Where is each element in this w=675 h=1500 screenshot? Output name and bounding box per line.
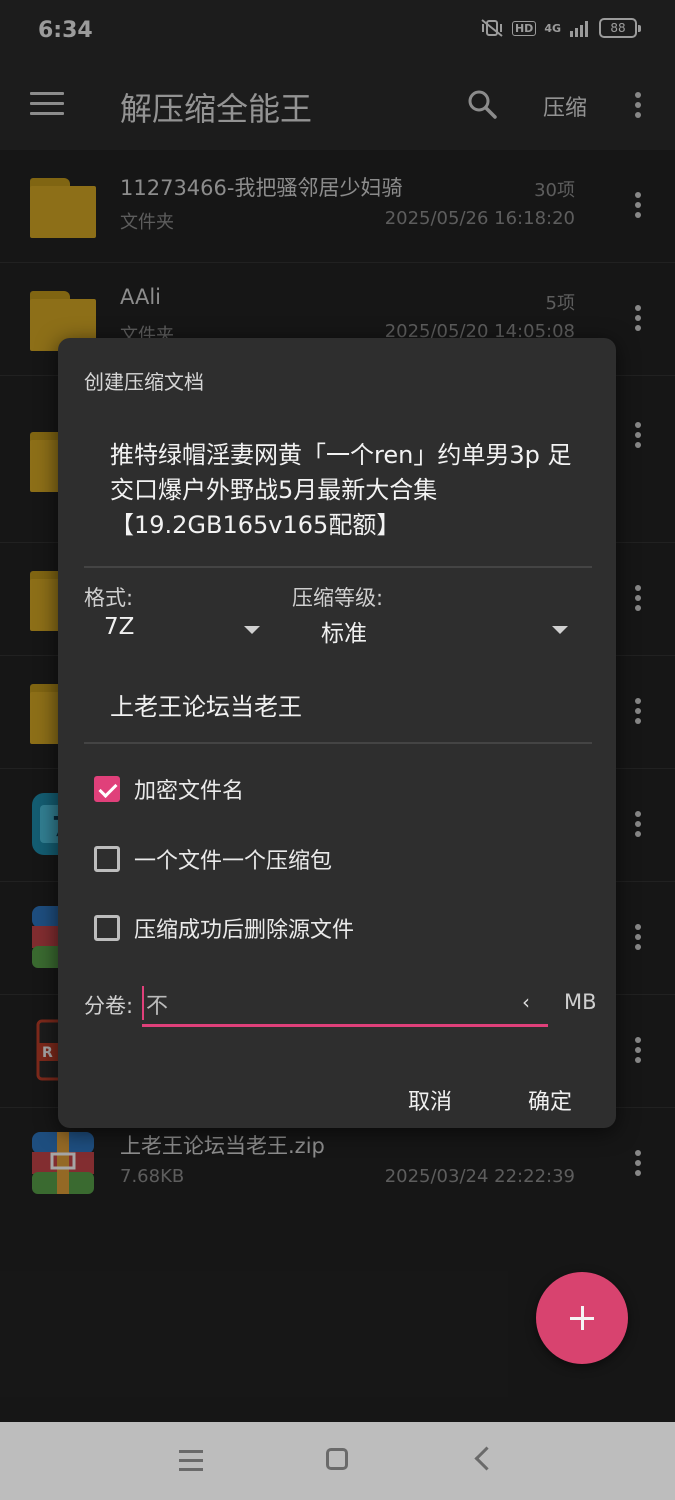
text-cursor	[142, 986, 144, 1020]
option-label: 一个文件一个压缩包	[134, 849, 333, 874]
volume-input-underline	[142, 1024, 548, 1027]
recent-apps-icon[interactable]	[179, 1450, 203, 1471]
system-nav-bar	[0, 1422, 675, 1500]
home-icon[interactable]	[326, 1448, 348, 1470]
checkbox-unchecked[interactable]	[94, 846, 120, 872]
create-archive-dialog: 创建压缩文档 推特绿帽淫妻网黄「一个ren」约单男3p 足交口爆户外野战5月最新…	[58, 338, 616, 1128]
volume-unit: MB	[564, 990, 597, 1014]
divider	[84, 566, 592, 568]
volume-size-input[interactable]: 不	[142, 988, 552, 1022]
confirm-button[interactable]: 确定	[528, 1084, 572, 1116]
password-input[interactable]: 上老王论坛当老王	[110, 687, 302, 722]
checkbox-checked[interactable]	[94, 776, 120, 802]
option-delete-source[interactable]: 压缩成功后删除源文件	[94, 911, 354, 945]
back-icon[interactable]	[474, 1446, 499, 1471]
format-label: 格式:	[84, 586, 134, 610]
archive-name-input[interactable]: 推特绿帽淫妻网黄「一个ren」约单男3p 足交口爆户外野战5月最新大合集【19.…	[110, 438, 580, 543]
format-dropdown-icon[interactable]	[244, 626, 260, 634]
option-label: 压缩成功后删除源文件	[134, 918, 355, 943]
option-label: 加密文件名	[134, 779, 245, 804]
divider	[84, 742, 592, 744]
volume-label: 分卷:	[84, 994, 134, 1018]
level-select[interactable]: 标准	[321, 614, 367, 648]
level-label: 压缩等级:	[292, 586, 384, 610]
dialog-title: 创建压缩文档	[84, 370, 204, 394]
format-select[interactable]: 7Z	[104, 614, 134, 640]
checkbox-unchecked[interactable]	[94, 915, 120, 941]
add-fab-plus-icon[interactable]	[536, 1272, 628, 1364]
level-dropdown-icon[interactable]	[552, 626, 568, 634]
volume-clear-icon[interactable]: ‹	[522, 990, 530, 1014]
option-encrypt-filenames[interactable]: 加密文件名	[94, 772, 244, 806]
option-one-archive-per-file[interactable]: 一个文件一个压缩包	[94, 842, 332, 876]
cancel-button[interactable]: 取消	[408, 1084, 452, 1116]
